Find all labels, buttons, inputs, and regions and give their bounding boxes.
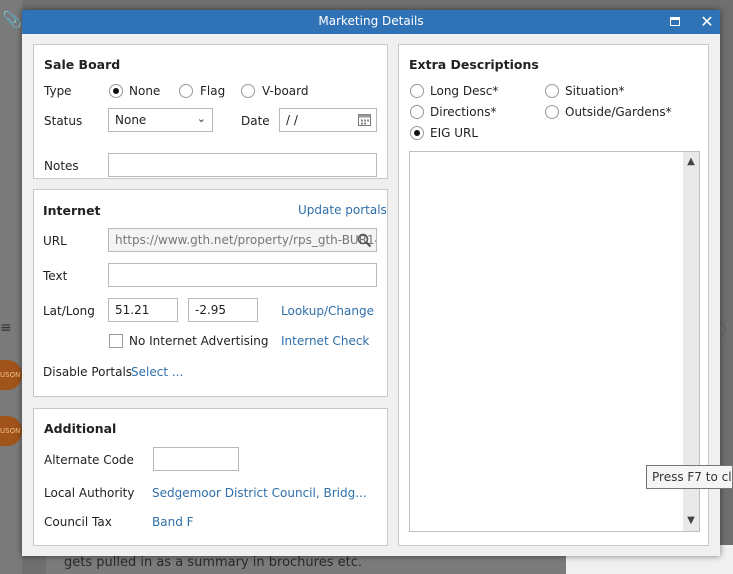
title-bar[interactable]: Marketing Details ✕	[22, 10, 720, 34]
no-internet-advertising-checkbox[interactable]	[109, 334, 123, 348]
calendar-icon[interactable]	[358, 113, 371, 126]
internet-heading: Internet	[43, 203, 101, 218]
local-authority-link[interactable]: Sedgemoor District Council, Bridg...	[152, 486, 367, 500]
no-internet-advertising-label: No Internet Advertising	[129, 334, 269, 348]
type-flag-label: Flag	[200, 84, 226, 98]
date-label: Date	[241, 114, 270, 128]
date-value: / /	[286, 113, 298, 127]
close-icon: ✕	[700, 12, 714, 31]
additional-panel: Additional Alternate Code Local Authorit…	[33, 408, 388, 546]
dialog-title: Marketing Details	[318, 14, 424, 28]
maximize-icon	[670, 17, 680, 26]
scroll-up-icon[interactable]: ▲	[683, 154, 699, 170]
council-tax-label: Council Tax	[44, 515, 112, 529]
eig-url-label: EIG URL	[430, 126, 479, 140]
sale-board-panel: Sale Board Type None Flag V-board Status…	[33, 44, 388, 179]
extra-descriptions-heading: Extra Descriptions	[409, 57, 539, 72]
eig-url-radio[interactable]	[410, 126, 424, 140]
type-none-label: None	[129, 84, 161, 98]
type-vboard-label: V-board	[262, 84, 309, 98]
type-label: Type	[44, 84, 72, 98]
situation-radio[interactable]	[545, 84, 559, 98]
latitude-input[interactable]: 51.21	[108, 298, 178, 322]
additional-heading: Additional	[44, 421, 117, 436]
directions-label: Directions*	[430, 105, 497, 119]
text-input[interactable]	[108, 263, 377, 287]
outside-gardens-radio[interactable]	[545, 105, 559, 119]
outside-gardens-label: Outside/Gardens*	[565, 105, 672, 119]
list-icon: ≡	[0, 320, 12, 336]
url-input[interactable]: https://www.gth.net/property/rps_gth-BUR…	[108, 228, 377, 252]
type-none-radio[interactable]	[109, 84, 123, 98]
status-label: Status	[44, 114, 83, 128]
chevron-down-icon: ⌄	[196, 112, 206, 125]
text-label: Text	[43, 269, 68, 283]
date-input[interactable]: / /	[279, 108, 377, 132]
type-flag-radio[interactable]	[179, 84, 193, 98]
type-vboard-radio[interactable]	[241, 84, 255, 98]
background-app-left-strip	[0, 0, 22, 574]
latlong-label: Lat/Long	[43, 304, 95, 318]
local-authority-label: Local Authority	[44, 486, 135, 500]
disable-portals-select-link[interactable]: Select ...	[131, 365, 183, 379]
notes-label: Notes	[44, 159, 79, 173]
scroll-down-icon[interactable]: ▼	[683, 513, 699, 529]
search-icon[interactable]	[357, 233, 372, 248]
directions-radio[interactable]	[410, 105, 424, 119]
situation-label: Situation*	[565, 84, 625, 98]
longitude-input[interactable]: -2.95	[188, 298, 258, 322]
status-select[interactable]: None ⌄	[108, 108, 213, 132]
url-value: https://www.gth.net/property/rps_gth-BUR…	[115, 233, 377, 247]
long-desc-radio[interactable]	[410, 84, 424, 98]
disable-portals-label: Disable Portals	[43, 365, 133, 379]
marketing-details-dialog: Marketing Details ✕ Sale Board Type None…	[22, 10, 720, 556]
long-desc-label: Long Desc*	[430, 84, 499, 98]
sale-board-heading: Sale Board	[44, 57, 121, 72]
update-portals-link[interactable]: Update portals	[298, 203, 387, 217]
tooltip: Press F7 to cl	[646, 465, 733, 489]
url-label: URL	[43, 234, 67, 248]
notes-input[interactable]	[108, 153, 377, 177]
attachment-icon: 📎	[2, 10, 22, 29]
maximize-button[interactable]	[665, 12, 685, 32]
council-tax-link[interactable]: Band F	[152, 515, 194, 529]
background-note-text: gets pulled in as a summary in brochures…	[64, 555, 362, 570]
alternate-code-input[interactable]	[153, 447, 239, 471]
internet-panel: Internet Update portals URL https://www.…	[33, 189, 388, 397]
lookup-change-link[interactable]: Lookup/Change	[281, 304, 374, 318]
status-value: None	[115, 113, 147, 127]
internet-check-link[interactable]: Internet Check	[281, 334, 369, 348]
alternate-code-label: Alternate Code	[44, 453, 134, 467]
close-button[interactable]: ✕	[697, 12, 717, 32]
